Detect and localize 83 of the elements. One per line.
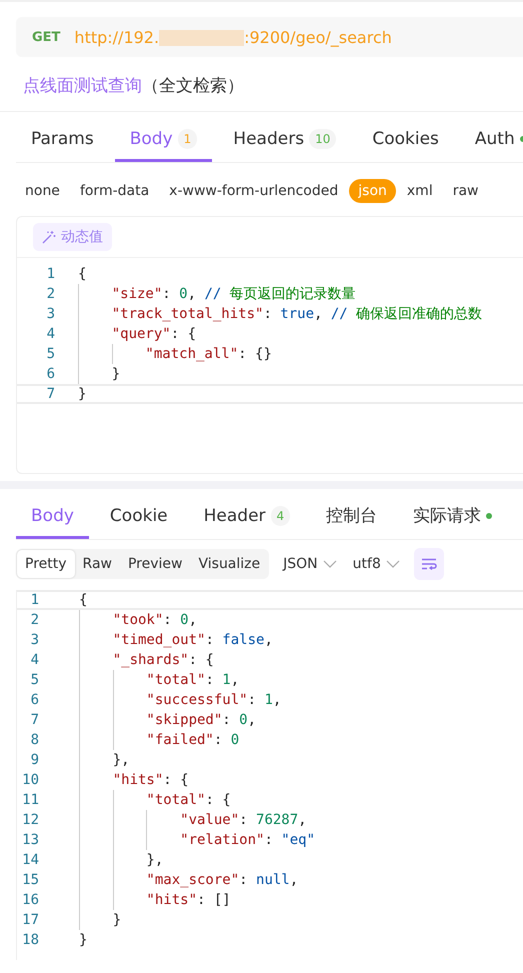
body-type-option[interactable]: x-www-form-urlencoded [160, 179, 348, 203]
code-line: } [78, 385, 86, 404]
line-number: 3 [46, 305, 55, 324]
code-line: }, [112, 751, 130, 770]
body-type-option[interactable]: none [16, 179, 69, 203]
request-name: 点线面测试查询 [23, 74, 142, 96]
line-number: 3 [30, 631, 39, 650]
code-line: "total": 1, [145, 671, 240, 690]
word-wrap-icon [420, 558, 437, 570]
code-line: "track_total_hits": true, // 确保返回准确的总数 [110, 305, 482, 324]
tab[interactable]: 实际请求 [398, 495, 508, 539]
line-number: 4 [30, 651, 39, 670]
code-line: "relation": "eq" [179, 831, 316, 850]
line-number: 1 [46, 265, 55, 284]
line-number: 2 [30, 611, 39, 630]
code-line: "skipped": 0, [145, 711, 256, 730]
view-mode-tab[interactable]: Pretty [17, 550, 75, 578]
line-number: 7 [46, 385, 55, 404]
code-line: "match_all": {} [144, 345, 272, 364]
count-badge: 1 [178, 128, 198, 148]
body-type-option[interactable]: form-data [70, 179, 158, 203]
line-number: 17 [21, 911, 39, 930]
code-line: } [110, 365, 120, 384]
tab[interactable]: Auth [460, 118, 523, 162]
line-number: 7 [30, 711, 39, 730]
code-line: "max_score": null, [145, 871, 298, 890]
http-method: GET [32, 30, 60, 44]
code-line: "query": { [110, 325, 196, 344]
code-line: "hits": { [112, 771, 189, 790]
code-line: }, [145, 851, 164, 870]
code-line: } [79, 931, 88, 950]
code-line: "hits": [] [145, 891, 231, 910]
code-line: "_shards": { [112, 651, 214, 670]
line-number: 11 [21, 791, 39, 810]
line-number: 6 [46, 365, 55, 384]
line-number: 4 [46, 325, 55, 344]
view-mode-tab[interactable]: Raw [74, 550, 120, 578]
code-line: "took": 0, [112, 611, 198, 630]
code-line: "failed": 0 [145, 731, 240, 750]
code-line: "successful": 1, [145, 691, 282, 710]
request-note: （全文检索） [142, 74, 244, 96]
tab[interactable]: Params [16, 118, 109, 162]
view-mode-tab[interactable]: Preview [120, 550, 190, 578]
code-line: } [112, 911, 122, 930]
line-number: 6 [30, 691, 39, 710]
line-number: 9 [30, 751, 39, 770]
code-line: "value": 76287, [179, 811, 307, 830]
chevron-down-icon [322, 560, 337, 568]
code-line: { [78, 265, 86, 284]
magic-wand-icon [42, 230, 56, 244]
body-type-option[interactable]: xml [398, 179, 442, 203]
code-line: "timed_out": false, [112, 631, 273, 650]
word-wrap-button[interactable] [414, 548, 444, 580]
encoding-select[interactable]: utf8 [350, 552, 402, 576]
line-number: 18 [21, 931, 39, 950]
tab[interactable]: Headers 10 [218, 118, 352, 162]
count-badge: 4 [270, 506, 290, 526]
line-number: 16 [21, 891, 39, 910]
line-number: 8 [30, 731, 39, 750]
tab[interactable]: Body [16, 495, 89, 539]
count-badge: 10 [309, 128, 336, 148]
line-number: 12 [21, 811, 39, 830]
line-number: 13 [21, 831, 39, 850]
code-line: "size": 0, // 每页返回的记录数量 [110, 285, 356, 304]
chevron-down-icon [386, 560, 400, 568]
tab[interactable]: 控制台 [311, 495, 392, 539]
body-type-option[interactable]: raw [444, 179, 488, 203]
line-number: 5 [30, 671, 39, 690]
line-number: 14 [21, 851, 39, 870]
url-text: http://192. :9200/geo/_search [74, 28, 392, 46]
line-number: 5 [46, 345, 55, 364]
tab[interactable]: Cookies [357, 118, 454, 162]
line-number: 1 [30, 591, 39, 610]
line-number: 15 [21, 871, 39, 890]
code-line: { [79, 591, 88, 610]
view-mode-tab[interactable]: Visualize [190, 550, 268, 578]
line-number: 2 [46, 285, 55, 304]
tab[interactable]: Cookie [94, 495, 183, 539]
tab[interactable]: Body 1 [114, 118, 212, 162]
code-line: "total": { [145, 791, 231, 810]
format-select[interactable]: JSON [281, 552, 339, 576]
line-number: 10 [21, 771, 39, 790]
tab[interactable]: Header 4 [188, 495, 306, 539]
